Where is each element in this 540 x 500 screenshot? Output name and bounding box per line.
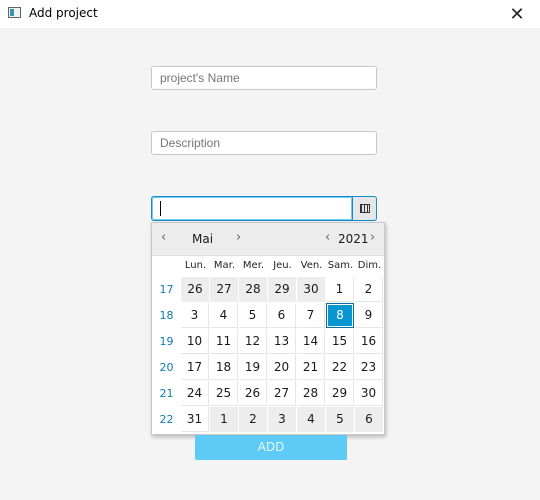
prev-month-button[interactable]: ‹ [161,230,166,245]
prev-year-button[interactable]: ‹ [325,230,330,245]
day-cell[interactable]: 2 [355,277,383,302]
day-cell[interactable]: 24 [181,381,209,406]
year-label: 2021 [338,232,369,246]
week-number: 21 [159,387,174,400]
day-cell[interactable]: 6 [268,303,296,328]
add-button[interactable]: ADD [195,435,347,460]
title-bar: Add project ✕ [0,0,540,28]
day-cell[interactable]: 22 [326,355,354,380]
month-label: Mai [192,232,214,246]
day-cell[interactable]: 28 [297,381,325,406]
day-cell[interactable]: 31 [181,407,209,432]
day-cell[interactable]: 4 [297,407,325,432]
day-cell[interactable]: 15 [326,329,354,354]
day-cell[interactable]: 30 [355,381,383,406]
day-cell[interactable]: 29 [326,381,354,406]
day-cell[interactable]: 19 [239,355,267,380]
day-cell[interactable]: 1 [210,407,238,432]
day-cell[interactable]: 7 [297,303,325,328]
weekday-header: Dim. [357,260,382,271]
day-cell[interactable]: 6 [355,407,383,432]
day-cell[interactable]: 26 [181,277,209,302]
project-name-field[interactable] [151,66,377,90]
day-cell[interactable]: 1 [326,277,354,302]
day-cell[interactable]: 11 [210,329,238,354]
day-cell[interactable]: 27 [210,277,238,302]
day-cell[interactable]: 23 [355,355,383,380]
day-cell[interactable]: 18 [210,355,238,380]
day-cell[interactable]: 5 [239,303,267,328]
description-field[interactable] [151,131,377,155]
close-button[interactable]: ✕ [494,0,540,28]
text-caret [160,201,161,216]
week-number: 20 [159,361,174,374]
week-number: 17 [159,283,174,296]
week-number: 22 [159,413,174,426]
day-cell-selected[interactable]: 8 [326,303,354,328]
weekday-header: Jeu. [273,260,292,271]
date-picker-popup: ‹ Mai › ‹ 2021 › Lun. Mar. Mer. Jeu. Ven. Sam… [151,222,385,435]
day-cell[interactable]: 30 [297,277,325,302]
day-cell[interactable]: 28 [239,277,267,302]
day-cell[interactable]: 21 [297,355,325,380]
day-cell[interactable]: 4 [210,303,238,328]
day-cell[interactable]: 9 [355,303,383,328]
weekday-header: Lun. [184,260,207,271]
day-cell[interactable]: 29 [268,277,296,302]
app-window-icon [8,7,21,18]
weekday-header: Sam. [327,260,354,271]
weekday-header: Mer. [242,260,265,271]
day-cell[interactable]: 16 [355,329,383,354]
date-field[interactable] [151,196,353,221]
calendar-icon [359,204,370,213]
day-cell[interactable]: 3 [268,407,296,432]
day-cell[interactable]: 27 [268,381,296,406]
week-number: 18 [159,309,174,322]
day-cell[interactable]: 25 [210,381,238,406]
weekday-header: Mar. [213,260,236,271]
day-cell[interactable]: 5 [326,407,354,432]
week-number: 19 [159,335,174,348]
day-cell[interactable]: 26 [239,381,267,406]
day-cell[interactable]: 14 [297,329,325,354]
day-cell[interactable]: 2 [239,407,267,432]
calendar-header: ‹ Mai › ‹ 2021 › [152,223,384,256]
day-cell[interactable]: 20 [268,355,296,380]
next-month-button[interactable]: › [236,230,241,245]
weekday-header: Ven. [300,260,323,271]
date-picker-button[interactable] [352,196,377,221]
window-title: Add project [29,6,98,20]
day-cell[interactable]: 17 [181,355,209,380]
day-cell[interactable]: 3 [181,303,209,328]
day-cell[interactable]: 10 [181,329,209,354]
next-year-button[interactable]: › [370,230,375,245]
day-cell[interactable]: 13 [268,329,296,354]
day-cell[interactable]: 12 [239,329,267,354]
